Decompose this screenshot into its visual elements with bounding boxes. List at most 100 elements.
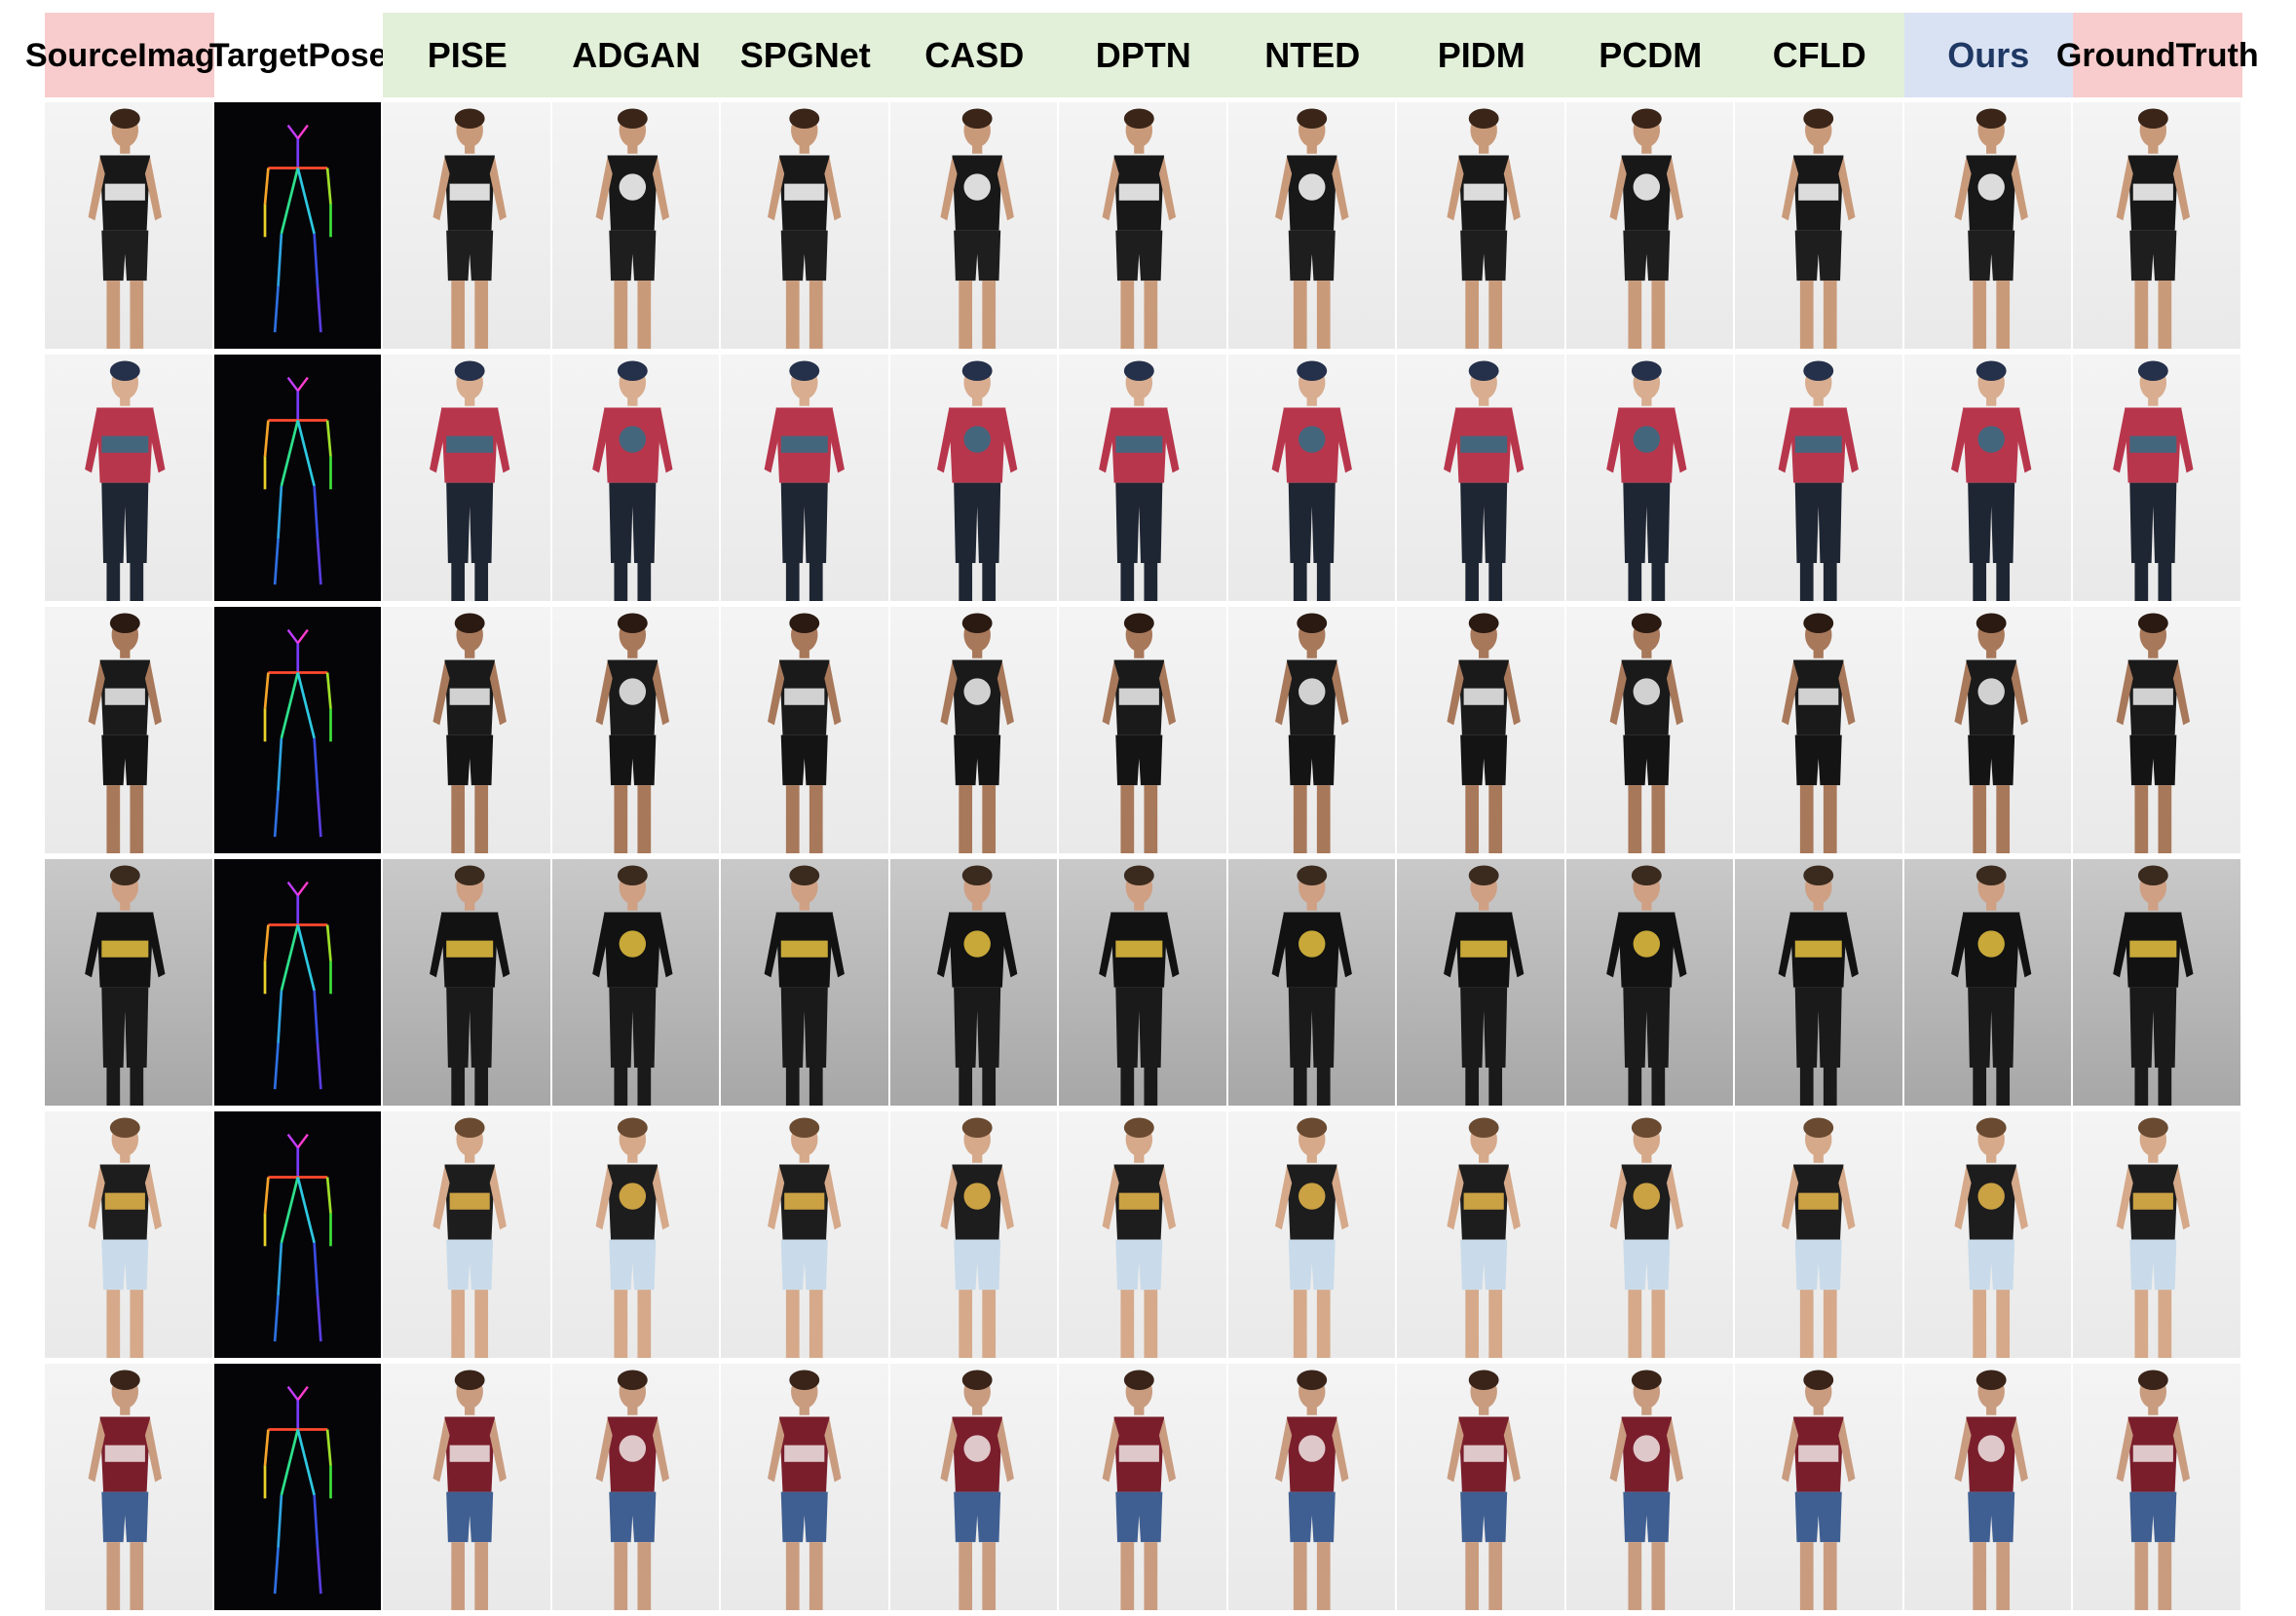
person-figure-icon xyxy=(433,613,507,853)
column-header-0: Source Image xyxy=(25,13,234,97)
result-grid xyxy=(45,102,2258,1610)
generated-image xyxy=(1903,859,2073,1106)
column-header-line: Ours xyxy=(1947,34,2030,75)
generated-image xyxy=(1735,1364,1904,1610)
generated-image xyxy=(1735,102,1904,349)
person-figure-icon xyxy=(2116,1117,2191,1358)
result-row xyxy=(45,1111,2258,1358)
person-figure-icon xyxy=(1274,108,1348,349)
person-figure-icon xyxy=(1099,360,1180,601)
person-figure-icon xyxy=(595,1370,669,1610)
generated-image xyxy=(551,355,721,601)
person-figure-icon xyxy=(1447,613,1521,853)
generated-image xyxy=(1227,102,1397,349)
target-pose-image xyxy=(213,102,383,349)
generated-image xyxy=(1903,607,2073,853)
person-figure-icon xyxy=(939,1117,1014,1358)
target-pose-image xyxy=(213,859,383,1106)
generated-image xyxy=(1565,607,1735,853)
column-header-row: Source Image Target Pose PISE ADGAN SPGNet CASD… xyxy=(25,13,2259,97)
column-header-line: Pose xyxy=(308,36,388,74)
person-figure-icon xyxy=(939,1370,1014,1610)
column-header-line: CASD xyxy=(924,34,1025,75)
generated-image xyxy=(1397,859,1566,1106)
person-figure-icon xyxy=(768,1117,842,1358)
generated-image xyxy=(721,102,890,349)
person-figure-icon xyxy=(591,360,672,601)
column-header-line: PCDM xyxy=(1599,34,1703,75)
generated-image xyxy=(1735,607,1904,853)
person-figure-icon xyxy=(1274,1370,1348,1610)
result-row xyxy=(45,859,2258,1106)
person-figure-icon xyxy=(1953,1117,2028,1358)
generated-image xyxy=(1059,607,1228,853)
person-figure-icon xyxy=(88,108,163,349)
person-figure-icon xyxy=(1778,865,1859,1106)
column-header-line: PISE xyxy=(427,34,508,75)
column-header-line: Ground xyxy=(2055,36,2176,74)
person-figure-icon xyxy=(1953,108,2028,349)
ground-truth-image xyxy=(2073,1111,2242,1358)
person-figure-icon xyxy=(430,360,510,601)
ground-truth-image xyxy=(2073,607,2242,853)
person-figure-icon xyxy=(1950,360,2031,601)
person-figure-icon xyxy=(1102,613,1177,853)
result-row xyxy=(45,102,2258,349)
person-figure-icon xyxy=(1609,1370,1683,1610)
source-image xyxy=(45,859,214,1106)
person-figure-icon xyxy=(1271,865,1352,1106)
generated-image xyxy=(1735,1111,1904,1358)
column-header-7: NTED xyxy=(1227,13,1397,97)
column-header-3: ADGAN xyxy=(551,13,721,97)
generated-image xyxy=(1059,355,1228,601)
person-figure-icon xyxy=(1782,613,1856,853)
generated-image xyxy=(1565,1364,1735,1610)
person-figure-icon xyxy=(1609,108,1683,349)
person-figure-icon xyxy=(1447,1117,1521,1358)
skeleton-pose-icon xyxy=(263,628,332,838)
person-figure-icon xyxy=(88,1117,163,1358)
generated-image xyxy=(551,1111,721,1358)
person-figure-icon xyxy=(1447,108,1521,349)
person-figure-icon xyxy=(1950,865,2031,1106)
generated-image xyxy=(1059,102,1228,349)
source-image xyxy=(45,607,214,853)
source-image xyxy=(45,102,214,349)
generated-image xyxy=(383,102,552,349)
result-row xyxy=(45,1364,2258,1610)
column-header-line: PIDM xyxy=(1437,34,1525,75)
generated-image xyxy=(1903,1111,2073,1358)
column-header-11: Ours xyxy=(1903,13,2073,97)
person-figure-icon xyxy=(1782,1370,1856,1610)
person-figure-icon xyxy=(1953,613,2028,853)
ground-truth-image xyxy=(2073,1364,2242,1610)
generated-image xyxy=(1565,859,1735,1106)
person-figure-icon xyxy=(2116,108,2191,349)
generated-image xyxy=(889,859,1059,1106)
generated-image xyxy=(889,1111,1059,1358)
person-figure-icon xyxy=(936,360,1017,601)
generated-image xyxy=(383,1111,552,1358)
person-figure-icon xyxy=(768,1370,842,1610)
person-figure-icon xyxy=(1274,613,1348,853)
person-figure-icon xyxy=(85,360,166,601)
person-figure-icon xyxy=(591,865,672,1106)
person-figure-icon xyxy=(939,108,1014,349)
ground-truth-image xyxy=(2073,355,2242,601)
generated-image xyxy=(1903,1364,2073,1610)
person-figure-icon xyxy=(768,613,842,853)
column-header-4: SPGNet xyxy=(721,13,890,97)
ground-truth-image xyxy=(2073,102,2242,349)
person-figure-icon xyxy=(1102,1117,1177,1358)
person-figure-icon xyxy=(2113,360,2194,601)
generated-image xyxy=(383,859,552,1106)
person-figure-icon xyxy=(1102,1370,1177,1610)
result-row xyxy=(45,607,2258,853)
person-figure-icon xyxy=(1099,865,1180,1106)
generated-image xyxy=(721,355,890,601)
generated-image xyxy=(1227,859,1397,1106)
person-figure-icon xyxy=(1102,108,1177,349)
generated-image xyxy=(551,859,721,1106)
generated-image xyxy=(383,355,552,601)
generated-image xyxy=(1397,1111,1566,1358)
